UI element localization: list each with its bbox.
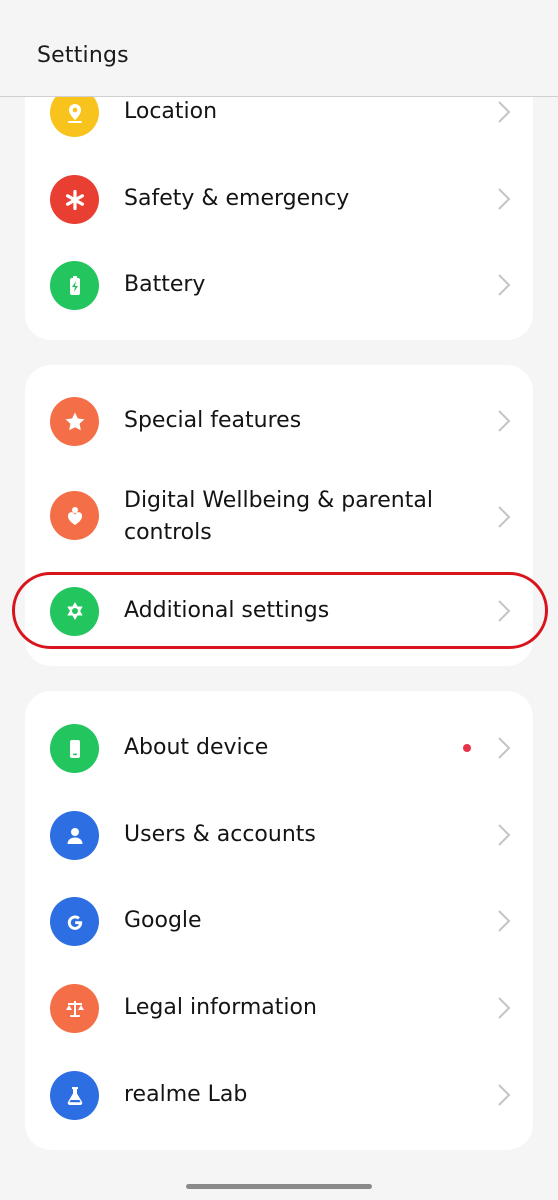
- user-icon: [50, 811, 99, 860]
- chevron-right-icon: [497, 505, 511, 529]
- settings-item-label: Google: [124, 908, 202, 933]
- page-title: Settings: [37, 43, 129, 68]
- settings-item-about-device[interactable]: About device: [25, 724, 533, 773]
- settings-group-1: Location Safety & emergency Battery: [25, 62, 533, 340]
- settings-item-special-features[interactable]: Special features: [25, 397, 533, 446]
- settings-item-label: Location: [124, 99, 218, 124]
- settings-item-legal-information[interactable]: Legal information: [25, 984, 533, 1033]
- settings-item-label: Legal information: [124, 995, 317, 1020]
- heart-person-icon: [50, 491, 99, 540]
- gear-icon: [50, 587, 99, 636]
- chevron-right-icon: [497, 599, 511, 623]
- settings-item-additional-settings[interactable]: Additional settings: [25, 587, 533, 636]
- chevron-right-icon: [497, 823, 511, 847]
- settings-item-battery[interactable]: Battery: [25, 261, 533, 310]
- settings-item-label: Battery: [124, 272, 206, 297]
- settings-item-label: Additional settings: [124, 598, 330, 623]
- app-header: Settings: [0, 0, 558, 97]
- settings-item-label: Special features: [124, 408, 302, 433]
- chevron-right-icon: [497, 996, 511, 1020]
- settings-item-label: Users & accounts: [124, 822, 316, 847]
- settings-item-label: realme Lab: [124, 1082, 248, 1107]
- settings-item-label: About device: [124, 735, 269, 760]
- star-icon: [50, 397, 99, 446]
- settings-item-location[interactable]: Location: [25, 88, 533, 137]
- settings-item-realme-lab[interactable]: realme Lab: [25, 1071, 533, 1120]
- chevron-right-icon: [497, 100, 511, 124]
- chevron-right-icon: [497, 909, 511, 933]
- chevron-right-icon: [497, 187, 511, 211]
- settings-item-users-accounts[interactable]: Users & accounts: [25, 811, 533, 860]
- phone-icon: [50, 724, 99, 773]
- chevron-right-icon: [497, 273, 511, 297]
- flask-icon: [50, 1071, 99, 1120]
- chevron-right-icon: [497, 1083, 511, 1107]
- notification-dot: [463, 744, 471, 752]
- asterisk-icon: [50, 175, 99, 224]
- chevron-right-icon: [497, 409, 511, 433]
- home-gesture-bar[interactable]: [186, 1184, 372, 1189]
- settings-group-3: About device Users & accounts Google Leg…: [25, 691, 533, 1150]
- settings-item-label: Digital Wellbeing & parental controls: [124, 488, 433, 545]
- settings-item-google[interactable]: Google: [25, 897, 533, 946]
- battery-icon: [50, 261, 99, 310]
- scales-icon: [50, 984, 99, 1033]
- chevron-right-icon: [497, 736, 511, 760]
- google-icon: [50, 897, 99, 946]
- settings-group-2: Special features Digital Wellbeing & par…: [25, 365, 533, 666]
- settings-item-label: Safety & emergency: [124, 186, 350, 211]
- settings-item-digital-wellbeing[interactable]: Digital Wellbeing & parental controls: [25, 485, 533, 549]
- settings-item-safety-emergency[interactable]: Safety & emergency: [25, 175, 533, 224]
